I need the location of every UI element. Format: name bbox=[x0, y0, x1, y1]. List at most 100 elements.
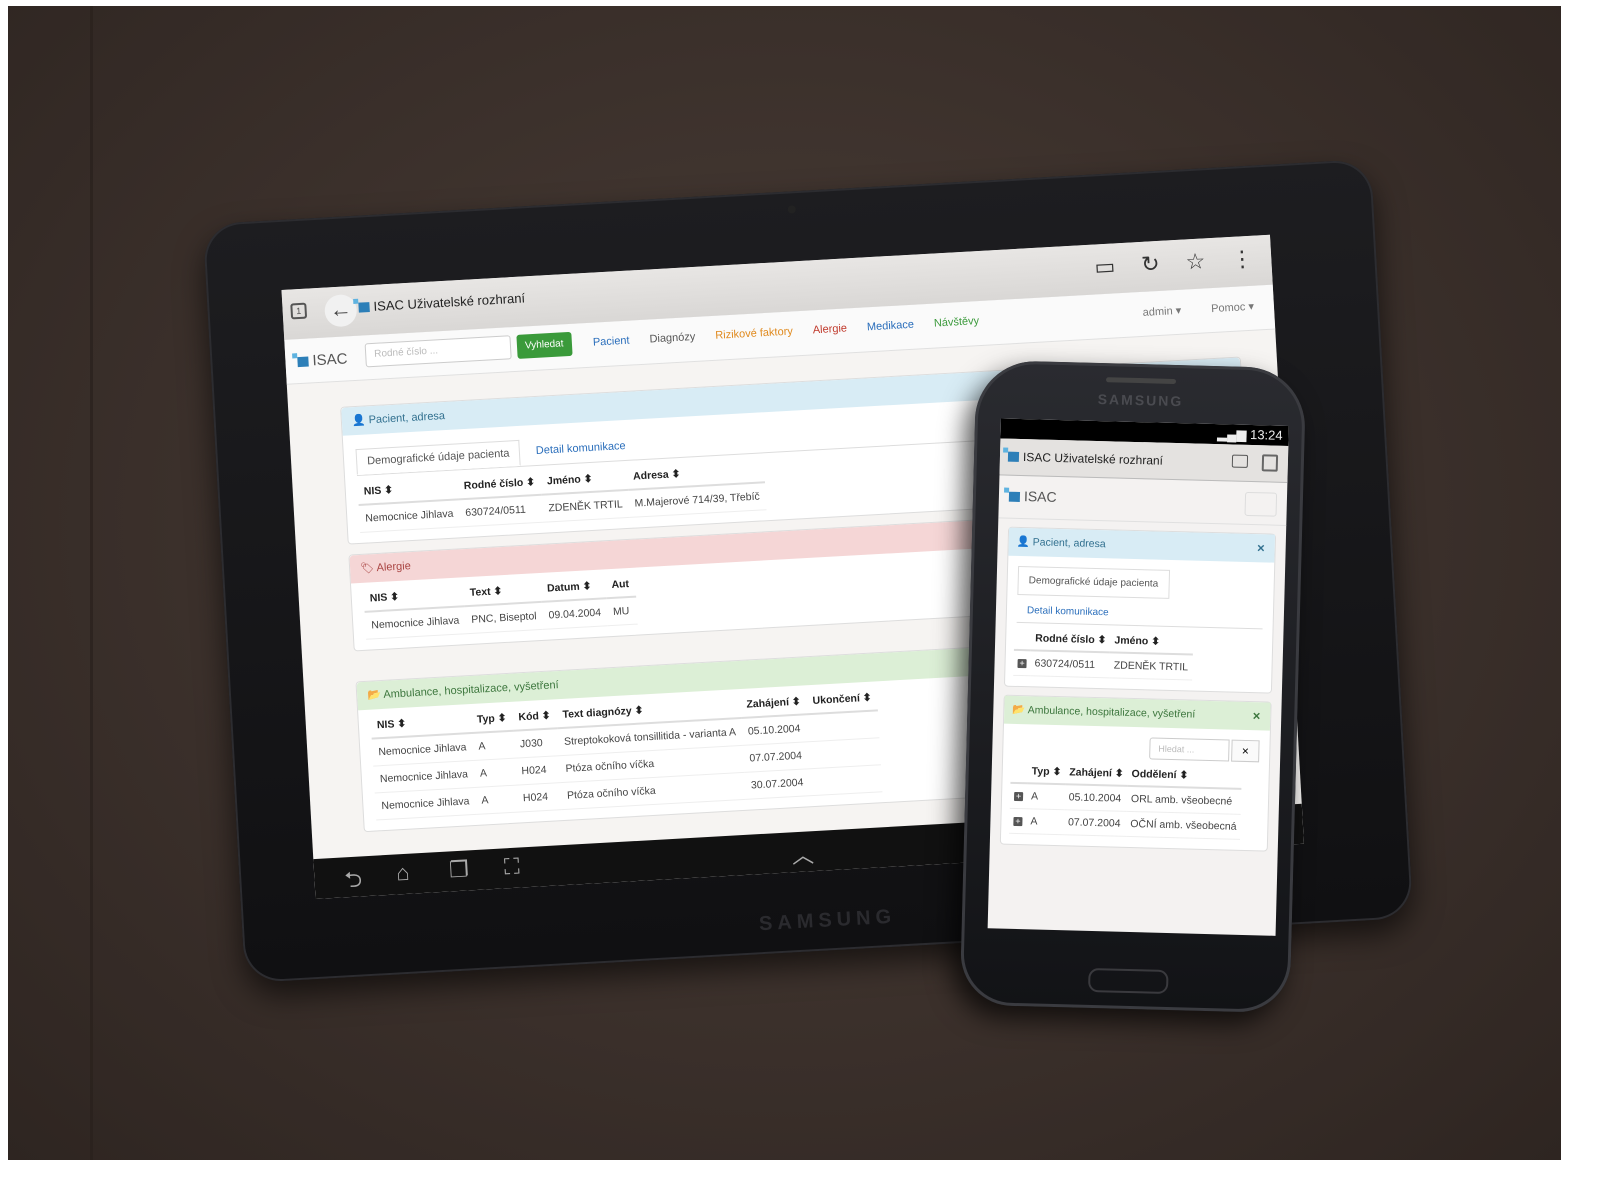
column-header[interactable]: Oddělení ⬍ bbox=[1127, 762, 1243, 789]
table-cell: H024 bbox=[514, 755, 561, 786]
nav-item[interactable]: Alergie bbox=[812, 322, 847, 336]
column-header[interactable]: Zahájení ⬍ bbox=[739, 689, 808, 718]
table-row[interactable]: +630724/0511 ZDENĚK TRTIL bbox=[1013, 649, 1193, 681]
phone-visits-panel: 📂 Ambulance, hospitalizace, vyšetření × H… bbox=[999, 694, 1272, 852]
column-header[interactable]: Zahájení ⬍ bbox=[1065, 761, 1128, 786]
table-cell: A bbox=[474, 785, 518, 815]
phone-patient-table: Rodné číslo ⬍ Jméno ⬍ +630724/0511 ZDENĚK T… bbox=[1013, 626, 1193, 681]
status-time: 13:24 bbox=[1249, 426, 1283, 443]
reader-icon[interactable] bbox=[1231, 454, 1249, 468]
clear-search-button[interactable]: × bbox=[1231, 739, 1260, 763]
table-row[interactable]: + A 07.07.2004 OČNÍ amb. všeobecná bbox=[1009, 808, 1241, 840]
table-cell: A bbox=[1026, 808, 1065, 835]
table-cell: Nemocnice Jihlava bbox=[364, 606, 467, 640]
tab-communication[interactable]: Detail komunikace bbox=[1016, 594, 1264, 630]
table-cell: 09.04.2004 bbox=[541, 598, 608, 630]
column-header[interactable] bbox=[1013, 626, 1032, 651]
table-cell bbox=[807, 710, 880, 742]
phone-navbar: ISAC bbox=[998, 475, 1288, 526]
tab-demographics[interactable]: Demografické údaje pacienta bbox=[355, 439, 522, 476]
column-header[interactable]: Aut bbox=[604, 571, 636, 599]
reload-icon[interactable]: ↻ bbox=[1141, 251, 1161, 277]
column-header[interactable] bbox=[1010, 759, 1029, 784]
column-header[interactable]: Typ ⬍ bbox=[1027, 760, 1066, 785]
tab-demographics[interactable]: Demografické údaje pacienta bbox=[1017, 565, 1170, 599]
screenshot-icon[interactable]: ⛶ bbox=[503, 854, 520, 881]
expand-plus-icon[interactable]: + bbox=[1013, 791, 1024, 802]
expand-plus-icon[interactable]: + bbox=[1013, 816, 1023, 827]
app-brand[interactable]: ISAC bbox=[297, 350, 348, 370]
table-cell: 07.07.2004 bbox=[742, 741, 811, 773]
admin-dropdown[interactable]: admin ▾ bbox=[1142, 305, 1181, 319]
phone-device: SAMSUNG ▂▄▆ 13:24 ISAC Uživatelské rozhr… bbox=[959, 359, 1307, 1014]
browser-toolbar: ▭ ↻ ☆ ⋮ bbox=[1068, 246, 1254, 282]
chevron-up-icon[interactable]: ︿ bbox=[791, 837, 815, 870]
table-cell: 07.07.2004 bbox=[1063, 809, 1127, 837]
reader-icon[interactable]: ▭ bbox=[1094, 253, 1116, 279]
table-cell: A bbox=[471, 730, 515, 761]
user-icon: 👤 bbox=[351, 414, 370, 428]
table-cell bbox=[810, 764, 883, 796]
menu-dots-icon[interactable]: ⋮ bbox=[1231, 246, 1254, 272]
table-cell: ZDENĚK TRTIL bbox=[1109, 652, 1193, 681]
user-menu: admin ▾ Pomoc ▾ bbox=[1112, 300, 1254, 321]
table-cell: Nemocnice Jihlava bbox=[358, 499, 461, 533]
browser-tab[interactable]: ISAC Uživatelské rozhraní bbox=[358, 290, 525, 314]
phone-speaker bbox=[1105, 377, 1177, 385]
table-cell: A bbox=[1026, 783, 1066, 810]
visits-table: NIS ⬍ Typ ⬍ Kód ⬍ Text diagnózy ⬍ Zahájení ⬍… bbox=[370, 685, 883, 820]
nav-item[interactable]: Pacient bbox=[593, 335, 630, 349]
isac-logo-icon bbox=[1007, 451, 1020, 462]
phone-tab-title: ISAC Uživatelské rozhraní bbox=[1022, 450, 1164, 468]
column-header[interactable]: Jméno ⬍ bbox=[1110, 629, 1193, 655]
column-header[interactable]: Typ ⬍ bbox=[470, 705, 514, 734]
tab-communication[interactable]: Detail komunikace bbox=[536, 440, 626, 457]
phone-app-brand[interactable]: ISAC bbox=[1008, 488, 1057, 505]
system-recents-icon[interactable]: ❐ bbox=[448, 856, 469, 883]
expand-plus-icon[interactable]: + bbox=[1017, 658, 1027, 669]
main-menu: Pacient Diagnózy Rizikové faktory Alergie Me… bbox=[593, 314, 1000, 349]
isac-logo-icon bbox=[358, 302, 370, 313]
expand-cell: + bbox=[1009, 808, 1027, 834]
table-cell: MU bbox=[606, 596, 638, 626]
hamburger-menu-button[interactable] bbox=[1244, 491, 1278, 517]
help-dropdown[interactable]: Pomoc ▾ bbox=[1211, 301, 1254, 315]
folder-icon: 📂 bbox=[1012, 703, 1028, 717]
column-header[interactable]: Datum ⬍ bbox=[540, 573, 607, 602]
search-input[interactable]: Hledat ... bbox=[1149, 737, 1230, 762]
nav-item[interactable]: Návštěvy bbox=[934, 315, 980, 330]
close-icon[interactable]: × bbox=[1252, 702, 1260, 730]
phone-visits-search: Hledat ... × bbox=[1149, 737, 1260, 763]
table-cell: ORL amb. všeobecné bbox=[1126, 785, 1242, 815]
isac-logo-icon bbox=[297, 356, 309, 368]
table-cell: 05.10.2004 bbox=[741, 714, 809, 746]
phone-home-button[interactable] bbox=[1087, 967, 1169, 995]
tabs-icon[interactable]: 1 bbox=[290, 302, 308, 320]
search-button[interactable]: Vyhledat bbox=[516, 331, 573, 359]
table-cell bbox=[808, 737, 882, 769]
table-cell: ZDENĚK TRTIL bbox=[541, 489, 630, 523]
system-home-icon[interactable]: ⌂ bbox=[396, 860, 411, 887]
star-icon[interactable]: ☆ bbox=[1185, 248, 1206, 274]
phone-patient-panel: 👤 Pacient, adresa × Demografické údaje pa… bbox=[1003, 526, 1277, 694]
folder-icon: 📂 bbox=[366, 688, 384, 702]
photo-background: 1 ← ISAC Uživatelské rozhraní ▭ ↻ ☆ ⋮ ISAC … bbox=[8, 6, 1561, 1160]
system-back-icon[interactable]: ⮌ bbox=[344, 862, 364, 899]
tag-icon: 🏷 bbox=[359, 562, 377, 575]
nav-item[interactable]: Diagnózy bbox=[649, 331, 695, 346]
table-cell: Nemocnice Jihlava bbox=[374, 787, 477, 820]
table-cell: 630724/0511 bbox=[1030, 650, 1111, 678]
column-header[interactable]: Kód ⬍ bbox=[511, 703, 558, 731]
tablet-camera bbox=[787, 205, 797, 214]
birth-number-search-input[interactable]: Rodné číslo ... bbox=[364, 335, 512, 368]
desk-edge bbox=[90, 6, 93, 1160]
nav-item[interactable]: Rizikové faktory bbox=[715, 325, 793, 341]
column-header[interactable]: Rodné číslo ⬍ bbox=[1030, 627, 1111, 653]
phone-visits-table: Typ ⬍ Zahájení ⬍ Oddělení ⬍ + A 05.10.2004 ORL… bbox=[1009, 759, 1243, 840]
table-cell: H024 bbox=[516, 782, 562, 813]
close-icon[interactable]: × bbox=[1257, 534, 1265, 562]
phone-patient-panel-header: 👤 Pacient, adresa × bbox=[1008, 527, 1276, 563]
nav-item[interactable]: Medikace bbox=[867, 319, 915, 334]
signal-icon: ▂▄▆ bbox=[1217, 426, 1251, 442]
tabs-icon[interactable] bbox=[1261, 454, 1279, 472]
